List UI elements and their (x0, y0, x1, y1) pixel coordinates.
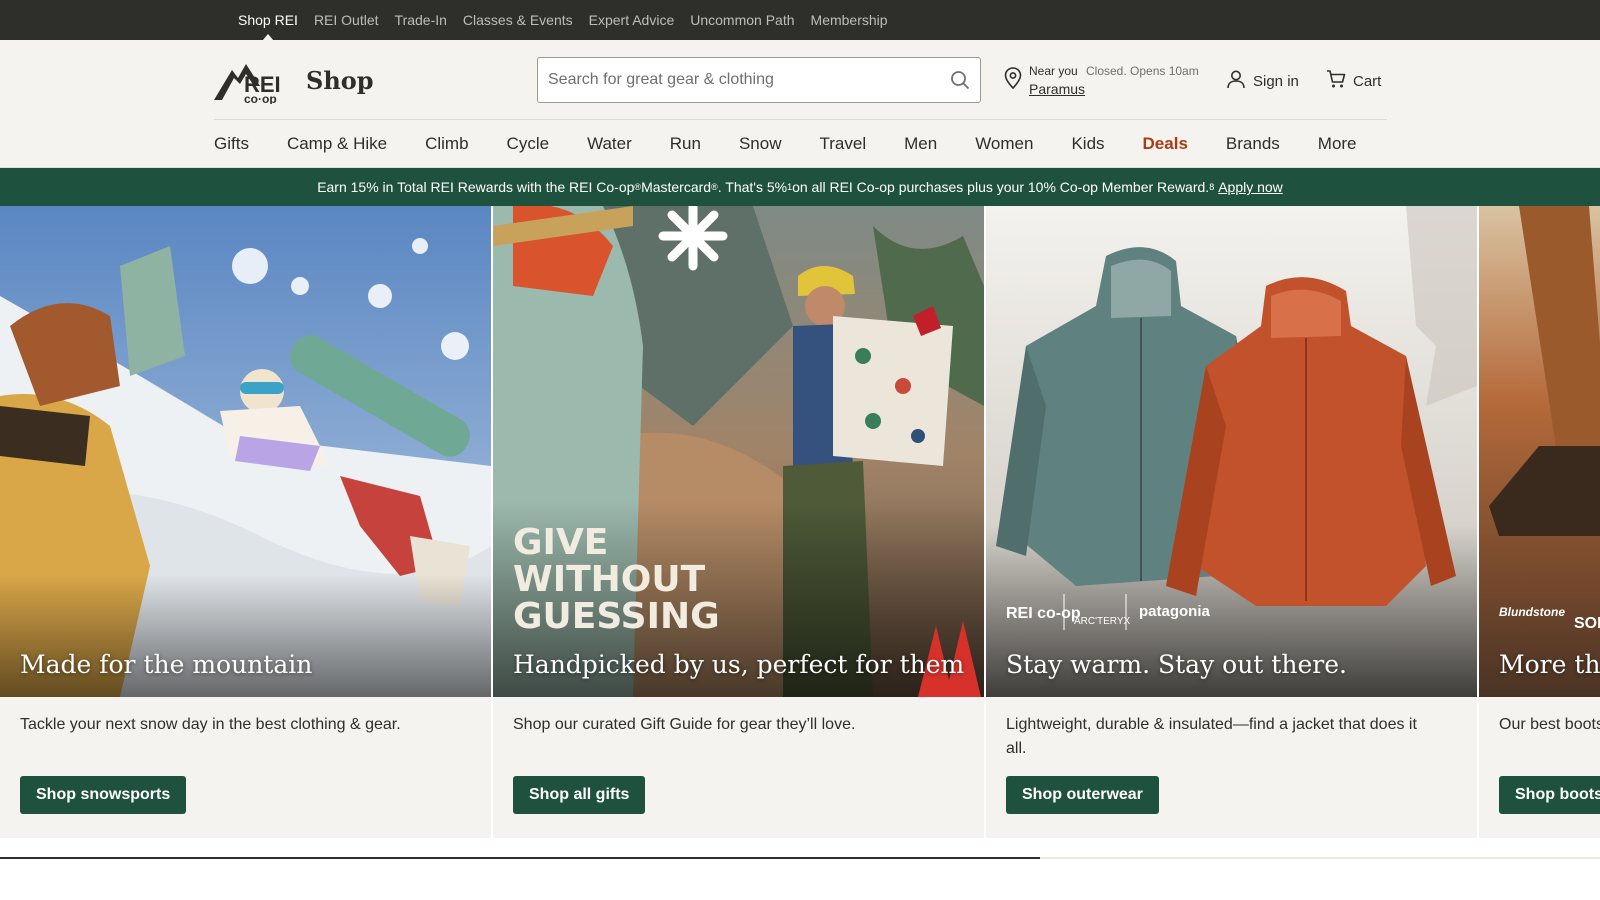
promo-sup-1: ® (634, 182, 642, 192)
sign-in-button[interactable]: Sign in (1226, 69, 1299, 93)
promo-card-boots[interactable]: Blundstone SOREL More than Our best boot… (1479, 206, 1600, 838)
search-input[interactable] (548, 58, 928, 102)
rewards-promo-banner: Earn 15% in Total REI Rewards with the R… (0, 168, 1600, 206)
nav-brands[interactable]: Brands (1226, 134, 1280, 154)
shop-all-gifts-button[interactable]: Shop all gifts (513, 776, 646, 814)
nav-kids[interactable]: Kids (1071, 134, 1104, 154)
main-nav: Gifts Camp & Hike Climb Cycle Water Run … (214, 119, 1387, 167)
card-description: Lightweight, durable & insulated—find a … (1006, 716, 1417, 757)
nav-water[interactable]: Water (587, 134, 632, 154)
promo-text-2: Mastercard (641, 179, 712, 195)
shop-outerwear-button[interactable]: Shop outerwear (1006, 776, 1159, 814)
card-title: Made for the mountain (20, 650, 313, 679)
promo-sup-4: 8 (1209, 182, 1215, 192)
search-bar (537, 57, 981, 103)
card-title: Stay warm. Stay out there. (1006, 650, 1347, 679)
shop-section-title: Shop (306, 66, 374, 95)
apply-now-link[interactable]: Apply now (1218, 179, 1283, 195)
promo-carousel: Made for the mountain Tackle your next s… (0, 206, 1600, 838)
snowsports-image (0, 206, 491, 697)
promo-card-snowsports[interactable]: Made for the mountain Tackle your next s… (0, 206, 491, 838)
carousel-progress-track[interactable] (0, 857, 1600, 859)
without-overlay-text: WITHOUT (513, 559, 706, 600)
utility-link-trade-in[interactable]: Trade-In (395, 12, 447, 28)
promo-sup-2: ® (711, 182, 718, 192)
utility-link-membership[interactable]: Membership (811, 12, 888, 28)
near-you-label: Near you (1029, 64, 1078, 78)
promo-card-outerwear[interactable]: REI co-op ARC'TERYX patagonia Stay warm.… (986, 206, 1477, 838)
promo-text-4: on all REI Co-op purchases plus your 10%… (792, 179, 1210, 195)
card-description: Shop our curated Gift Guide for gear the… (513, 716, 856, 733)
promo-text-1: Earn 15% in Total REI Rewards with the R… (317, 179, 635, 195)
nav-more[interactable]: More (1318, 134, 1357, 154)
nav-climb[interactable]: Climb (425, 134, 468, 154)
card-title: More than (1499, 650, 1600, 679)
user-icon (1226, 69, 1246, 93)
utility-bar: Shop REI REI Outlet Trade-In Classes & E… (0, 0, 1600, 41)
outerwear-image: REI co-op ARC'TERYX patagonia (986, 206, 1477, 697)
store-city-link[interactable]: Paramus (1029, 81, 1085, 97)
utility-link-classes-events[interactable]: Classes & Events (463, 12, 573, 28)
nav-gifts[interactable]: Gifts (214, 134, 249, 154)
utility-nav: Shop REI REI Outlet Trade-In Classes & E… (238, 0, 888, 41)
svg-text:co·op: co·op (244, 92, 277, 104)
cart-label: Cart (1353, 72, 1382, 90)
utility-link-shop-rei[interactable]: Shop REI (238, 12, 298, 41)
cart-button[interactable]: Cart (1326, 69, 1381, 93)
utility-link-expert-advice[interactable]: Expert Advice (589, 12, 675, 28)
utility-link-rei-outlet[interactable]: REI Outlet (314, 12, 379, 28)
gift-guide-image: GIVE WITHOUT GUESSING (493, 206, 984, 697)
card-title: Handpicked by us, perfect for them (513, 650, 965, 679)
nav-deals[interactable]: Deals (1143, 134, 1188, 154)
boots-image: Blundstone SOREL (1479, 206, 1600, 697)
sorel-brand-logo: SOREL (1574, 615, 1600, 632)
nav-camp-hike[interactable]: Camp & Hike (287, 134, 387, 154)
store-hours: Closed. Opens 10am (1086, 64, 1199, 78)
patagonia-brand-logo: patagonia (1139, 603, 1210, 620)
nav-travel[interactable]: Travel (820, 134, 867, 154)
arcteryx-brand-logo: ARC'TERYX (1074, 616, 1131, 627)
blundstone-brand-logo: Blundstone (1499, 605, 1565, 619)
cart-icon (1326, 69, 1346, 93)
rei-logo[interactable]: REI co·op (214, 56, 294, 106)
promo-card-gifts[interactable]: GIVE WITHOUT GUESSING Handpicked by us, … (493, 206, 984, 838)
rei-brand-logo: REI co-op (1006, 605, 1081, 622)
nav-run[interactable]: Run (670, 134, 701, 154)
guessing-overlay-text: GUESSING (513, 596, 720, 637)
nav-women[interactable]: Women (975, 134, 1033, 154)
nav-cycle[interactable]: Cycle (507, 134, 550, 154)
promo-text-3: . That's 5% (717, 179, 788, 195)
site-header: REI co·op Shop Near you Closed. Opens 10… (0, 40, 1600, 168)
shop-snowsports-button[interactable]: Shop snowsports (20, 776, 187, 814)
utility-link-uncommon-path[interactable]: Uncommon Path (690, 12, 794, 28)
nav-snow[interactable]: Snow (739, 134, 782, 154)
shop-boots-button[interactable]: Shop boots (1499, 776, 1600, 814)
search-icon[interactable] (950, 70, 970, 95)
card-description: Our best boots (1499, 716, 1600, 733)
nav-men[interactable]: Men (904, 134, 937, 154)
give-overlay-text: GIVE (513, 522, 608, 563)
sign-in-label: Sign in (1253, 72, 1299, 90)
carousel-progress-fill (0, 857, 1040, 859)
card-description: Tackle your next snow day in the best cl… (20, 716, 401, 733)
map-pin-icon (1004, 67, 1022, 94)
